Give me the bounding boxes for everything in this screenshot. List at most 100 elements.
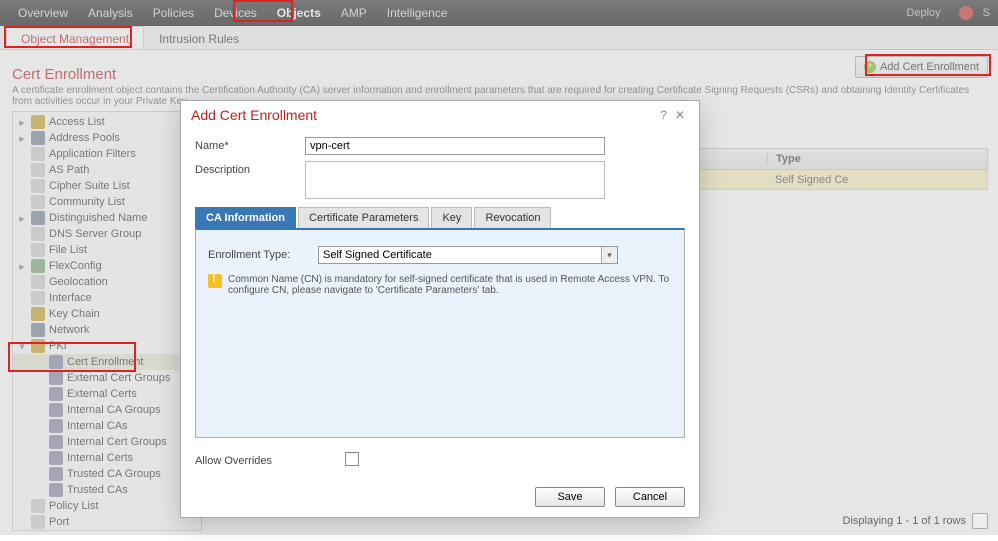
tree-node-file-list[interactable]: File List xyxy=(13,242,201,258)
tree-node-interface[interactable]: Interface xyxy=(13,290,201,306)
tree-node-port[interactable]: Port xyxy=(13,514,201,530)
nav-devices[interactable]: Devices xyxy=(204,1,267,25)
expand-icon[interactable]: ▸ xyxy=(17,116,27,129)
subtab-intrusion-rules[interactable]: Intrusion Rules xyxy=(144,26,254,49)
tree-node-policy-list[interactable]: Policy List xyxy=(13,498,201,514)
tree-node-application-filters[interactable]: Application Filters xyxy=(13,146,201,162)
tree-node-label: Address Pools xyxy=(49,132,120,144)
nav-overview[interactable]: Overview xyxy=(8,1,78,25)
nav-amp[interactable]: AMP xyxy=(331,1,377,25)
cancel-button[interactable]: Cancel xyxy=(615,487,685,507)
help-icon[interactable]: ? xyxy=(656,108,671,122)
db-icon xyxy=(49,419,63,433)
tree-node-pki[interactable]: ▾ PKI xyxy=(13,338,201,354)
subtab-object-management[interactable]: Object Management xyxy=(6,26,144,49)
name-input[interactable] xyxy=(305,137,605,155)
add-button-label: Add Cert Enrollment xyxy=(880,61,979,73)
tree-node-label: Trusted CA Groups xyxy=(67,468,161,480)
doc-icon xyxy=(31,275,45,289)
db-icon xyxy=(49,467,63,481)
alert-icon[interactable] xyxy=(959,6,973,20)
tree-node-key-chain[interactable]: Key Chain xyxy=(13,306,201,322)
tree-node-internal-cert-groups[interactable]: Internal Cert Groups xyxy=(13,434,201,450)
tree-node-cert-enrollment[interactable]: Cert Enrollment xyxy=(13,354,201,370)
tree-node-community-list[interactable]: Community List xyxy=(13,194,201,210)
nav-analysis[interactable]: Analysis xyxy=(78,1,143,25)
expand-icon[interactable]: ▸ xyxy=(17,212,27,225)
tree-node-label: AS Path xyxy=(49,164,89,176)
tab-certificate-parameters[interactable]: Certificate Parameters xyxy=(298,207,429,228)
tab-key[interactable]: Key xyxy=(431,207,472,228)
warning-icon xyxy=(208,274,222,288)
user-menu[interactable]: S xyxy=(983,7,990,19)
tree-node-label: Geolocation xyxy=(49,276,108,288)
tree-node-trusted-cas[interactable]: Trusted CAs xyxy=(13,482,201,498)
doc-icon xyxy=(31,243,45,257)
tree-node-address-pools[interactable]: ▸ Address Pools xyxy=(13,130,201,146)
description-label: Description xyxy=(195,161,305,176)
enrollment-type-label: Enrollment Type: xyxy=(208,246,318,261)
close-icon[interactable]: ✕ xyxy=(671,108,689,122)
tree-node-label: External Certs xyxy=(67,388,137,400)
pager-text: Displaying 1 - 1 of 1 rows xyxy=(843,515,967,527)
tree-node-label: Internal Certs xyxy=(67,452,133,464)
tree-node-label: Distinguished Name xyxy=(49,212,147,224)
tree-node-label: Application Filters xyxy=(49,148,136,160)
tree-node-label: Network xyxy=(49,324,89,336)
expand-icon[interactable]: ▸ xyxy=(17,132,27,145)
pkg-icon xyxy=(31,259,45,273)
page-title: Cert Enrollment xyxy=(12,66,986,83)
doc-icon xyxy=(31,515,45,529)
expand-icon[interactable]: ▾ xyxy=(17,340,27,353)
tree-node-external-cert-groups[interactable]: External Cert Groups xyxy=(13,370,201,386)
enrollment-type-select[interactable] xyxy=(318,246,618,264)
doc-icon xyxy=(31,179,45,193)
deploy-button[interactable]: Deploy xyxy=(898,4,948,22)
tree-node-as-path[interactable]: AS Path xyxy=(13,162,201,178)
col-type[interactable]: Type xyxy=(767,153,987,165)
nav-intelligence[interactable]: Intelligence xyxy=(377,1,458,25)
save-button[interactable]: Save xyxy=(535,487,605,507)
db-icon xyxy=(49,483,63,497)
db-icon xyxy=(49,371,63,385)
key-icon xyxy=(31,339,45,353)
chevron-down-icon[interactable]: ▾ xyxy=(601,247,617,263)
doc-icon xyxy=(31,227,45,241)
tree-node-label: Policy List xyxy=(49,500,99,512)
tree-node-distinguished-name[interactable]: ▸ Distinguished Name xyxy=(13,210,201,226)
tree-node-internal-ca-groups[interactable]: Internal CA Groups xyxy=(13,402,201,418)
tree-node-label: Access List xyxy=(49,116,105,128)
add-cert-enrollment-button[interactable]: + Add Cert Enrollment xyxy=(855,56,988,78)
object-tree[interactable]: ▸ Access List ▸ Address Pools Application Fi… xyxy=(12,111,202,531)
tree-node-label: Community List xyxy=(49,196,125,208)
tree-node-external-certs[interactable]: External Certs xyxy=(13,386,201,402)
tree-node-label: Internal CAs xyxy=(67,420,128,432)
tree-node-internal-cas[interactable]: Internal CAs xyxy=(13,418,201,434)
db-icon xyxy=(49,355,63,369)
tree-node-internal-certs[interactable]: Internal Certs xyxy=(13,450,201,466)
tree-node-flexconfig[interactable]: ▸FlexConfig xyxy=(13,258,201,274)
tree-node-geolocation[interactable]: Geolocation xyxy=(13,274,201,290)
doc-icon xyxy=(31,291,45,305)
description-input[interactable] xyxy=(305,161,605,199)
tab-pane-ca-info: Enrollment Type: ▾ Common Name (CN) is m… xyxy=(195,228,685,438)
refresh-icon[interactable] xyxy=(972,513,988,529)
nav-objects[interactable]: Objects xyxy=(267,1,331,25)
tab-revocation[interactable]: Revocation xyxy=(474,207,551,228)
tree-node-access-list[interactable]: ▸ Access List xyxy=(13,114,201,130)
tree-node-label: PKI xyxy=(49,340,67,352)
allow-overrides-checkbox[interactable] xyxy=(345,452,359,466)
tree-node-network[interactable]: Network xyxy=(13,322,201,338)
inner-tabs: CA Information Certificate Parameters Ke… xyxy=(195,207,685,228)
tab-ca-information[interactable]: CA Information xyxy=(195,207,296,228)
nav-policies[interactable]: Policies xyxy=(143,1,204,25)
tree-node-trusted-ca-groups[interactable]: Trusted CA Groups xyxy=(13,466,201,482)
tree-node-dns-server-group[interactable]: DNS Server Group xyxy=(13,226,201,242)
tree-node-cipher-suite-list[interactable]: Cipher Suite List xyxy=(13,178,201,194)
tree-node-label: File List xyxy=(49,244,87,256)
net-icon xyxy=(31,323,45,337)
tree-node-label: Interface xyxy=(49,292,92,304)
tree-node-label: Cert Enrollment xyxy=(67,356,143,368)
allow-overrides-label: Allow Overrides xyxy=(195,452,345,467)
expand-icon[interactable]: ▸ xyxy=(17,260,27,273)
